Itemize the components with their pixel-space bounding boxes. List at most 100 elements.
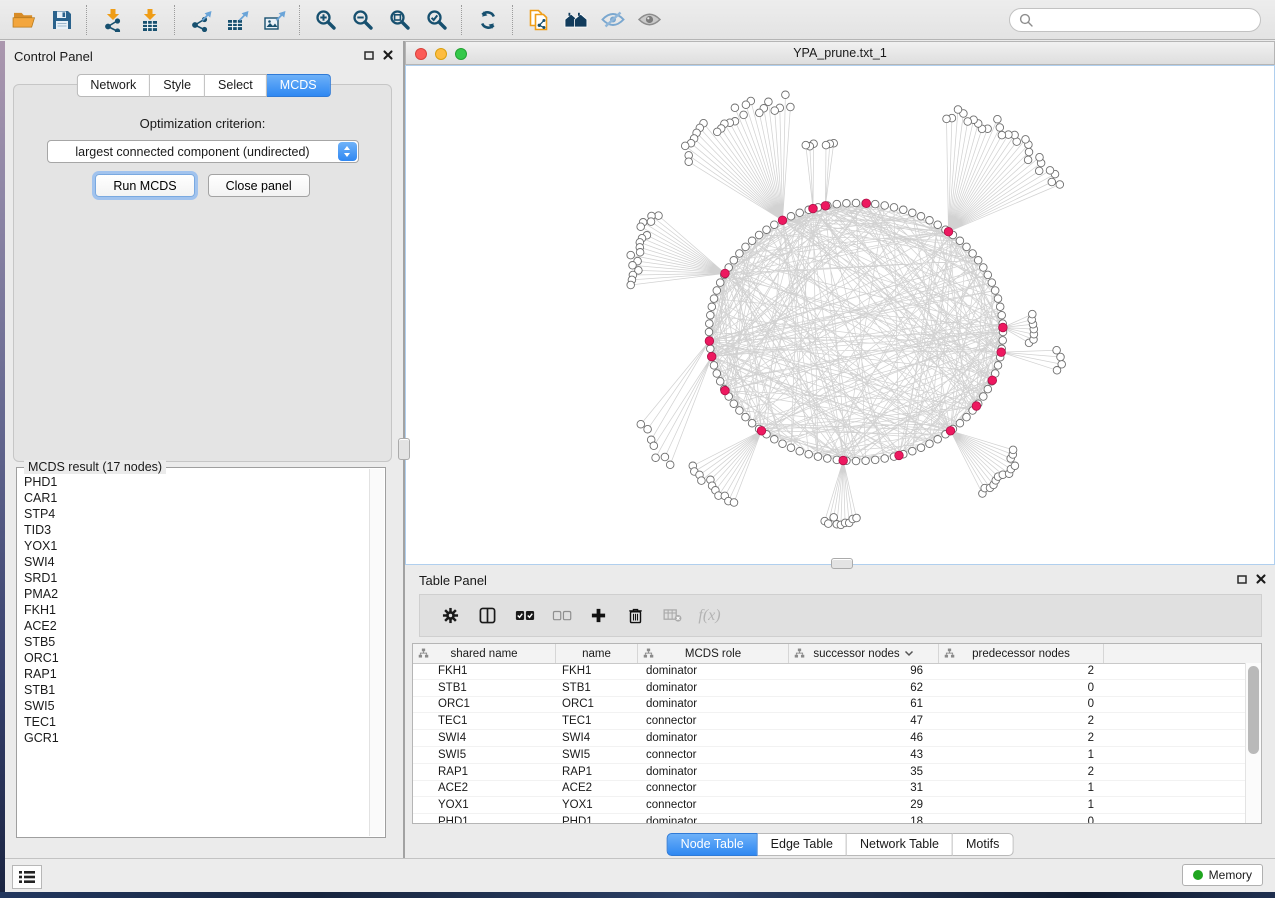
column-header-name[interactable]: name [556,644,638,663]
scrollbar-thumb[interactable] [1248,666,1259,754]
table-row[interactable]: FKH1FKH1dominator962 [413,663,1246,680]
table-row[interactable]: STB1STB1dominator620 [413,680,1246,697]
mcds-result-item[interactable]: SWI5 [18,698,369,714]
mcds-result-item[interactable]: SWI4 [18,554,369,570]
mcds-result-item[interactable]: SRD1 [18,570,369,586]
tab-node-table[interactable]: Node Table [667,833,758,856]
toolbar-buttons [6,4,668,36]
zoom-out-icon[interactable] [344,4,381,36]
criterion-value: largest connected component (undirected) [48,145,338,159]
search-box[interactable] [1009,8,1261,32]
run-mcds-button[interactable]: Run MCDS [95,174,194,197]
network-graph[interactable] [406,66,1274,564]
memory-button[interactable]: Memory [1182,864,1263,886]
mcds-result-item[interactable]: GCR1 [18,730,369,746]
mcds-result-item[interactable]: FKH1 [18,602,369,618]
select-all-icon[interactable] [506,609,543,622]
mcds-result-item[interactable]: TID3 [18,522,369,538]
zoom-fit-icon[interactable] [381,4,418,36]
application-window: Control Panel NetworkStyleSelectMCDS Opt… [0,0,1275,898]
mcds-result-item[interactable]: STP4 [18,506,369,522]
column-header-successor-nodes[interactable]: successor nodes [789,644,939,663]
search-input[interactable] [1039,12,1251,28]
table-cell: 62 [789,682,939,694]
table-row[interactable]: ACE2ACE2connector311 [413,781,1246,798]
export-image-icon[interactable] [256,4,293,36]
mcds-result-item[interactable]: CAR1 [18,490,369,506]
mcds-result-item[interactable]: STB5 [18,634,369,650]
tab-mcds[interactable]: MCDS [267,74,331,97]
tab-edge-table[interactable]: Edge Table [758,833,847,856]
close-table-panel-icon[interactable] [1256,574,1266,584]
vertical-splitter-grip[interactable] [398,438,410,460]
table-row[interactable]: YOX1YOX1connector291 [413,797,1246,814]
table-scrollbar[interactable] [1245,663,1261,823]
import-network-icon[interactable] [94,4,131,36]
zoom-selected-icon[interactable] [418,4,455,36]
tab-network[interactable]: Network [76,74,150,97]
table-row[interactable]: PHD1PHD1dominator180 [413,814,1246,824]
table-cell: SWI5 [413,749,556,761]
result-scrollbar[interactable] [369,469,384,836]
sort-down-icon [904,648,914,660]
table-cell: STB1 [413,682,556,694]
network-canvas[interactable] [405,65,1275,565]
table-cell: dominator [638,665,789,677]
zoom-in-icon[interactable] [307,4,344,36]
tab-select[interactable]: Select [205,74,267,97]
table-cell: 31 [789,782,939,794]
network-window-title: YPA_prune.txt_1 [793,46,887,60]
close-window-icon[interactable] [415,48,427,60]
mcds-result-list[interactable]: PHD1CAR1STP4TID3YOX1SWI4SRD1PMA2FKH1ACE2… [18,474,369,835]
zoom-window-icon[interactable] [455,48,467,60]
column-header-shared-name[interactable]: shared name [413,644,556,663]
unselect-all-icon[interactable] [543,609,580,622]
mcds-result-item[interactable]: YOX1 [18,538,369,554]
show-all-icon[interactable] [631,4,668,36]
task-history-button[interactable] [12,865,42,889]
split-panel-icon[interactable] [469,607,506,624]
column-header-mcds-role[interactable]: MCDS role [638,644,789,663]
tab-motifs[interactable]: Motifs [953,833,1013,856]
tab-style[interactable]: Style [150,74,205,97]
export-table-icon[interactable] [219,4,256,36]
mcds-result-item[interactable]: ORC1 [18,650,369,666]
float-table-panel-icon[interactable] [1237,575,1247,584]
float-panel-icon[interactable] [364,51,374,60]
criterion-dropdown[interactable]: largest connected component (undirected) [47,140,359,163]
node-table[interactable]: shared namenameMCDS rolesuccessor nodesp… [412,643,1262,824]
mcds-result-item[interactable]: TEC1 [18,714,369,730]
network-window-titlebar[interactable]: YPA_prune.txt_1 [405,41,1275,65]
horizontal-splitter-grip[interactable] [831,558,853,569]
table-row[interactable]: ORC1ORC1dominator610 [413,697,1246,714]
mcds-result-item[interactable]: ACE2 [18,618,369,634]
table-row[interactable]: SWI4SWI4dominator462 [413,730,1246,747]
mcds-result-item[interactable]: RAP1 [18,666,369,682]
save-session-icon[interactable] [43,4,80,36]
table-row[interactable]: TEC1TEC1connector472 [413,713,1246,730]
close-panel-button[interactable]: Close panel [208,174,310,197]
delete-icon[interactable] [617,607,654,624]
table-row[interactable]: SWI5SWI5connector431 [413,747,1246,764]
close-panel-icon[interactable] [383,50,393,60]
export-network-icon[interactable] [182,4,219,36]
refresh-layout-icon[interactable] [469,4,506,36]
toolbar-separator [86,5,88,35]
hide-selected-icon[interactable] [594,4,631,36]
memory-label: Memory [1209,868,1252,882]
open-file-icon[interactable] [6,4,43,36]
column-header-filler [1104,644,1261,663]
column-header-predecessor-nodes[interactable]: predecessor nodes [939,644,1104,663]
table-row[interactable]: RAP1RAP1dominator352 [413,764,1246,781]
first-neighbors-icon[interactable] [557,4,594,36]
share-network-file-icon[interactable] [520,4,557,36]
mcds-result-item[interactable]: STB1 [18,682,369,698]
settings-gear-icon[interactable] [432,607,469,624]
mcds-result-item[interactable]: PHD1 [18,474,369,490]
import-table-icon[interactable] [131,4,168,36]
minimize-window-icon[interactable] [435,48,447,60]
tab-network-table[interactable]: Network Table [847,833,953,856]
add-column-icon[interactable] [580,607,617,624]
table-cell: YOX1 [413,799,556,811]
mcds-result-item[interactable]: PMA2 [18,586,369,602]
